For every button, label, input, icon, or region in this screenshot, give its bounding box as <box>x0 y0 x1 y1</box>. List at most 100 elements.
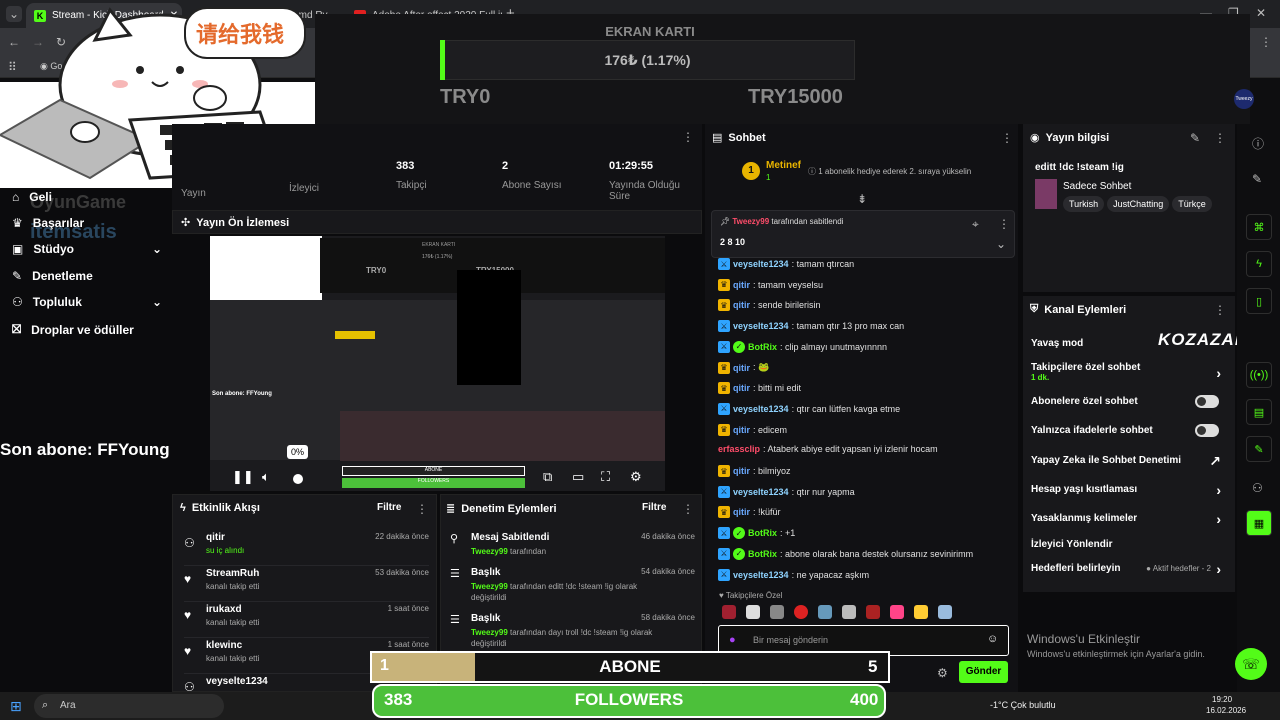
sidebar-item-home[interactable]: ⌂ Geli <box>12 190 162 204</box>
pinned-menu-icon[interactable]: ⋮ <box>998 217 1010 231</box>
rail-button-doc[interactable]: ▯ <box>1246 288 1272 314</box>
rail-button-wrench[interactable]: ✎ <box>1246 436 1272 462</box>
activity-menu-icon[interactable]: ⋮ <box>416 502 428 516</box>
activity-filter-button[interactable]: Filtre <box>377 502 401 513</box>
fullscreen-icon[interactable]: ⛶ <box>601 469 610 485</box>
info-menu-icon[interactable]: ⋮ <box>1214 131 1226 145</box>
volume-slider-handle[interactable] <box>293 474 303 484</box>
sidebar-item-moderation[interactable]: ✎ Denetleme <box>12 269 162 283</box>
close-window-icon[interactable]: ✕ <box>1256 6 1266 20</box>
chat-message[interactable]: ♛ qitir: sende birilerisin <box>718 299 821 312</box>
sidebar-item-studio[interactable]: ▣ Stüdyo ⌄ <box>12 242 162 256</box>
rail-button-clip[interactable]: ⌘ <box>1246 214 1272 240</box>
chat-message[interactable]: ⚔ veyselte1234: ne yapacaz aşkım <box>718 568 869 581</box>
community-icon[interactable]: ⚇ <box>1252 481 1263 495</box>
chat-username[interactable]: veyselte1234 <box>733 404 789 414</box>
chat-message[interactable]: ♛ qitir: bilmiyoz <box>718 465 791 477</box>
rail-button-stream[interactable]: ((•)) <box>1246 362 1272 388</box>
chat-message[interactable]: ⚔ veyselte1234: tamam qtır 13 pro max can <box>718 320 904 333</box>
emote[interactable] <box>722 605 736 619</box>
tag[interactable]: JustChatting <box>1107 196 1170 212</box>
chat-username[interactable]: veyselte1234 <box>733 487 789 497</box>
rail-button-store[interactable]: ▤ <box>1246 399 1272 425</box>
pinned-message[interactable]: 📌︎ Tweezy99 tarafından sabitlendi 2 8 10… <box>711 210 1015 258</box>
emote[interactable] <box>746 605 760 619</box>
external-link-icon[interactable]: ↗ <box>1209 453 1221 470</box>
chat-message[interactable]: ⚔ ✓ BotRix: abone olarak bana destek olurs… <box>718 547 973 560</box>
chat-message[interactable]: ⚔ veyselte1234: qtır nur yapma <box>718 485 855 498</box>
emote[interactable] <box>818 605 832 619</box>
pause-icon[interactable]: ❚❚ <box>232 469 254 485</box>
windows-start-icon[interactable]: ⊞ <box>10 698 22 715</box>
chevron-right-icon[interactable]: › <box>1216 561 1221 577</box>
toggle-switch[interactable] <box>1195 395 1219 408</box>
taskbar-search[interactable]: ⌕ Ara <box>34 694 224 718</box>
chat-message[interactable]: ♛ qitir: edicem <box>718 423 787 436</box>
edit-icon[interactable]: ✎ <box>1190 131 1200 145</box>
chat-username[interactable]: veyselte1234 <box>733 570 789 580</box>
theater-icon[interactable]: ▭ <box>572 469 584 485</box>
chevron-right-icon[interactable]: › <box>1216 365 1221 381</box>
emote[interactable] <box>770 605 784 619</box>
emote[interactable] <box>938 605 952 619</box>
moderation-menu-icon[interactable]: ⋮ <box>682 502 694 516</box>
pip-icon[interactable]: ⧉ <box>543 469 552 485</box>
channel-action-item[interactable]: Yapay Zeka ile Sohbet Denetimi ↗ <box>1031 453 1227 469</box>
expand-icon[interactable]: ⌄ <box>996 237 1006 251</box>
channel-action-item[interactable]: Hedefleri belirleyin ● Aktif hedefler - 2… <box>1031 561 1227 577</box>
chat-message[interactable]: erfassclip: Ataberk abiye edit yapsan iy… <box>718 444 938 454</box>
chat-username[interactable]: qitir <box>733 466 750 476</box>
sidebar-item-drops[interactable]: ⛝ Droplar ve ödüller <box>12 322 162 337</box>
list-item[interactable]: ♥ irukaxd kanalı takip etti 1 saat önce <box>184 602 429 638</box>
chat-message[interactable]: ♛ qitir: bitti mi edit <box>718 382 801 395</box>
weather-widget[interactable]: -1°C Çok bulutlu <box>990 700 1056 710</box>
chat-username[interactable]: BotRix <box>748 342 777 352</box>
chat-username[interactable]: erfassclip <box>718 444 760 454</box>
chat-username[interactable]: qitir <box>733 363 750 373</box>
channel-action-item[interactable]: Abonelere özel sohbet <box>1031 395 1227 408</box>
chat-username[interactable]: qitir <box>733 280 750 290</box>
stream-preview[interactable]: EKRAN KARTI 176₺ (1.17%) TRY0 TRY15000 S… <box>210 236 665 491</box>
emote[interactable] <box>866 605 880 619</box>
list-item[interactable]: ☰ Başlık 58 dakika önce Tweezy99 tarafından… <box>450 611 695 655</box>
emote[interactable] <box>914 605 928 619</box>
volume-icon[interactable]: 🔈︎ <box>262 469 270 485</box>
support-chat-button[interactable]: ☏ <box>1235 648 1267 680</box>
chat-settings-icon[interactable]: ⚙ <box>937 666 948 680</box>
emoji-icon[interactable]: ☺ <box>987 633 998 645</box>
chat-username[interactable]: qitir <box>733 507 750 517</box>
rail-button-clapper[interactable]: ▦ <box>1246 510 1272 536</box>
chevron-right-icon[interactable]: › <box>1216 482 1221 498</box>
leaderboard-toggle-icon[interactable]: ⇟ <box>857 192 867 206</box>
list-item[interactable]: ♥ StreamRuh kanalı takip etti 53 dakika önc… <box>184 566 429 602</box>
stats-menu-icon[interactable]: ⋮ <box>682 130 694 144</box>
emote[interactable] <box>794 605 808 619</box>
channel-action-item[interactable]: Takipçilere özel sohbet 1 dk. › <box>1031 362 1227 382</box>
chat-message[interactable]: ⚔ ✓ BotRix: clip almayı unutmayınnnn <box>718 340 887 353</box>
chevron-right-icon[interactable]: › <box>1216 511 1221 527</box>
chat-username[interactable]: BotRix <box>748 528 777 538</box>
emote[interactable] <box>890 605 904 619</box>
rail-button-bolt[interactable]: ϟ <box>1246 251 1272 277</box>
chat-message[interactable]: ♛ qitir: 🐸 <box>718 361 769 374</box>
chat-message[interactable]: ♛ qitir: tamam veyselsu <box>718 278 823 291</box>
channel-action-item[interactable]: Yalnızca ifadelerle sohbet <box>1031 424 1227 437</box>
channel-avatar[interactable]: Tweezy <box>1234 89 1254 109</box>
unpin-icon[interactable]: ⌖ <box>972 217 979 232</box>
info-icon[interactable]: ⓘ <box>1252 135 1264 152</box>
channel-action-item[interactable]: Yavaş mod <box>1031 338 1227 349</box>
settings-gear-icon[interactable]: ⚙ <box>630 469 642 485</box>
tag[interactable]: Türkçe <box>1172 196 1212 212</box>
chat-message[interactable]: ⚔ ✓ BotRix: +1 <box>718 527 795 540</box>
chat-username[interactable]: qitir <box>733 300 750 310</box>
tag[interactable]: Turkish <box>1063 196 1105 212</box>
chat-message[interactable]: ⚔ veyselte1234: tamam qtırcan <box>718 258 854 270</box>
chat-message[interactable]: ⚔ veyselte1234: qtır can lütfen kavga etm… <box>718 402 900 415</box>
chat-username[interactable]: BotRix <box>748 549 777 559</box>
channel-action-item[interactable]: Hesap yaşı kısıtlaması › <box>1031 482 1227 498</box>
chat-username[interactable]: qitir <box>733 425 750 435</box>
menu-dots-icon[interactable]: ⋮ <box>1260 35 1272 49</box>
chat-username[interactable]: veyselte1234 <box>733 321 789 331</box>
toggle-switch[interactable] <box>1195 424 1219 437</box>
chat-username[interactable]: qitir <box>733 383 750 393</box>
